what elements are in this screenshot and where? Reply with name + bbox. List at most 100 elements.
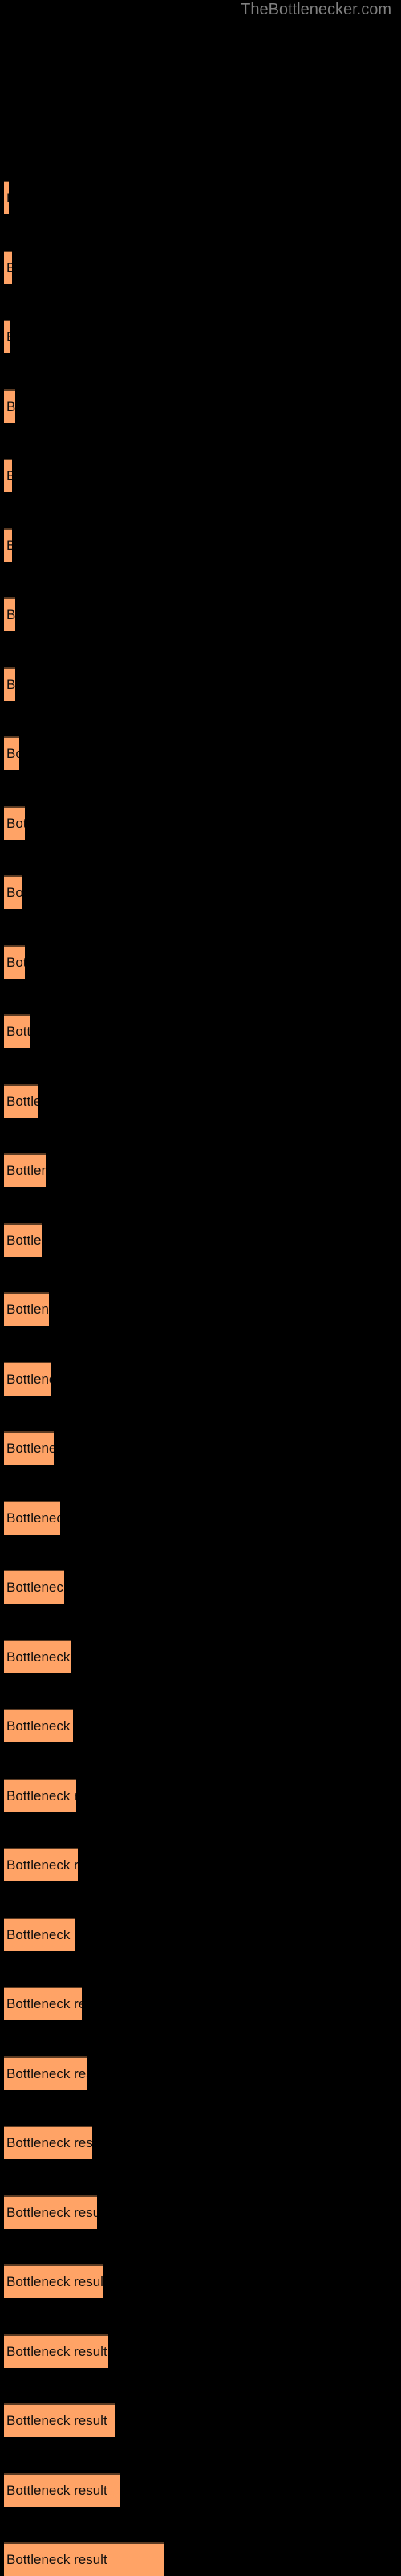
bar[interactable]: Bottleneck result bbox=[4, 1153, 46, 1187]
bar-row: Bottleneck result bbox=[0, 1987, 401, 2020]
bar[interactable]: Bottleneck result bbox=[4, 805, 25, 840]
bar-label: Bottleneck result bbox=[6, 2204, 97, 2220]
bar-row: Bottleneck result bbox=[0, 944, 401, 979]
bar-row: Bottleneck result bbox=[0, 1639, 401, 1673]
bar[interactable]: Bottleneck result bbox=[4, 1987, 82, 2020]
bar-row: Bottleneck result bbox=[0, 1083, 401, 1118]
bar[interactable]: Bottleneck result bbox=[4, 181, 9, 214]
bar-label: Bottleneck result bbox=[6, 1302, 49, 1317]
bar[interactable]: Bottleneck result bbox=[4, 1848, 78, 1881]
bar[interactable]: Bottleneck result bbox=[4, 736, 19, 770]
bar-row: Bottleneck result bbox=[0, 1500, 401, 1535]
bar-row: Bottleneck result bbox=[0, 181, 401, 214]
bar[interactable]: Bottleneck result bbox=[4, 528, 12, 562]
bar[interactable]: Bottleneck result bbox=[4, 2403, 115, 2437]
bar-row: Bottleneck result bbox=[0, 2472, 401, 2507]
bar-label: Bottleneck result bbox=[6, 190, 9, 206]
bar[interactable]: Bottleneck result bbox=[4, 1639, 71, 1673]
bar[interactable]: Bottleneck result bbox=[4, 1709, 73, 1742]
bar[interactable]: Bottleneck result bbox=[4, 2126, 92, 2159]
bar[interactable]: Bottleneck result bbox=[4, 1570, 64, 1604]
bar-label: Bottleneck result bbox=[6, 1163, 46, 1178]
bar[interactable]: Bottleneck result bbox=[4, 1361, 51, 1396]
bar-label: Bottleneck result bbox=[6, 1441, 54, 1456]
bar-label: Bottleneck result bbox=[6, 2413, 107, 2428]
bar-label: Bottleneck result bbox=[6, 1649, 71, 1665]
bar-label: Bottleneck result bbox=[6, 328, 10, 345]
bar[interactable]: Bottleneck result bbox=[4, 389, 15, 423]
bar[interactable]: Bottleneck result bbox=[4, 666, 15, 701]
bar[interactable]: Bottleneck result bbox=[4, 1014, 30, 1048]
bar-row: Bottleneck result bbox=[0, 528, 401, 562]
bar[interactable]: Bottleneck result bbox=[4, 2472, 120, 2507]
bar-label: Bottleneck result bbox=[6, 676, 15, 692]
bar-row: Bottleneck result bbox=[0, 2195, 401, 2229]
bar-label: Bottleneck result bbox=[6, 537, 12, 554]
bar-label: Bottleneck result bbox=[6, 2135, 92, 2150]
bar-label: Bottleneck result bbox=[6, 1996, 82, 2011]
bar-row: Bottleneck result bbox=[0, 389, 401, 423]
bar-row: Bottleneck result bbox=[0, 875, 401, 909]
bar-row: Bottleneck result bbox=[0, 2403, 401, 2437]
bar-row: Bottleneck result bbox=[0, 2542, 401, 2576]
bar-row: Bottleneck result bbox=[0, 2264, 401, 2298]
bar[interactable]: Bottleneck result bbox=[4, 1500, 60, 1535]
bar-label: Bottleneck result bbox=[6, 746, 19, 761]
bar-row: Bottleneck result bbox=[0, 805, 401, 840]
bar[interactable]: Bottleneck result bbox=[4, 320, 10, 353]
bar-label: Bottleneck result bbox=[6, 1718, 73, 1734]
bar-label: Bottleneck result bbox=[6, 1926, 75, 1942]
bar[interactable]: Bottleneck result bbox=[4, 250, 12, 284]
bar-label: Bottleneck result bbox=[6, 1232, 42, 1248]
bar-row: Bottleneck result bbox=[0, 1014, 401, 1048]
bar[interactable]: Bottleneck result bbox=[4, 1292, 49, 1326]
bar-label: Bottleneck result bbox=[6, 954, 25, 970]
bar-label: Bottleneck result bbox=[6, 2552, 107, 2567]
bar-label: Bottleneck result bbox=[6, 398, 15, 414]
bar[interactable]: Bottleneck result bbox=[4, 1917, 75, 1951]
bar[interactable]: Bottleneck result bbox=[4, 459, 12, 492]
bar-row: Bottleneck result bbox=[0, 320, 401, 353]
bar[interactable]: Bottleneck result bbox=[4, 1778, 76, 1812]
bar-label: Bottleneck result bbox=[6, 1510, 60, 1526]
bar-row: Bottleneck result bbox=[0, 1570, 401, 1604]
bar-label: Bottleneck result bbox=[6, 885, 22, 900]
bar-row: Bottleneck result bbox=[0, 597, 401, 631]
bar[interactable]: Bottleneck result bbox=[4, 2264, 103, 2298]
bar-label: Bottleneck result bbox=[6, 1371, 51, 1387]
bar-row: Bottleneck result bbox=[0, 1222, 401, 1257]
bar-label: Bottleneck result bbox=[6, 1579, 64, 1595]
bar-row: Bottleneck result bbox=[0, 1153, 401, 1187]
bar-label: Bottleneck result bbox=[6, 2274, 103, 2289]
bar[interactable]: Bottleneck result bbox=[4, 944, 25, 979]
bar[interactable]: Bottleneck result bbox=[4, 1083, 38, 1118]
bar-label: Bottleneck result bbox=[6, 607, 15, 622]
bar-row: Bottleneck result bbox=[0, 666, 401, 701]
bar-label: Bottleneck result bbox=[6, 2065, 87, 2081]
bar[interactable]: Bottleneck result bbox=[4, 1222, 42, 1257]
bar-row: Bottleneck result bbox=[0, 2126, 401, 2159]
bar[interactable]: Bottleneck result bbox=[4, 2333, 108, 2368]
bar[interactable]: Bottleneck result bbox=[4, 597, 15, 631]
bar-chart-plot-area: Bottleneck result Bottleneck result Bottle… bbox=[0, 0, 401, 2576]
bar[interactable]: Bottleneck result bbox=[4, 1431, 54, 1465]
bar-row: Bottleneck result bbox=[0, 1778, 401, 1812]
bar-row: Bottleneck result bbox=[0, 2333, 401, 2368]
bar-label: Bottleneck result bbox=[6, 1024, 30, 1039]
bar[interactable]: Bottleneck result bbox=[4, 2056, 87, 2090]
bar-row: Bottleneck result bbox=[0, 1917, 401, 1951]
bar-row: Bottleneck result bbox=[0, 459, 401, 492]
bar-label: Bottleneck result bbox=[6, 1787, 76, 1804]
bar-row: Bottleneck result bbox=[0, 1292, 401, 1326]
bar-label: Bottleneck result bbox=[6, 1857, 78, 1873]
bar[interactable]: Bottleneck result bbox=[4, 2542, 164, 2576]
bar-label: Bottleneck result bbox=[6, 2482, 107, 2498]
bar-label: Bottleneck result bbox=[6, 2343, 107, 2359]
bar-row: Bottleneck result bbox=[0, 1709, 401, 1742]
bar-label: Bottleneck result bbox=[6, 467, 12, 484]
chart-page: TheBottlenecker.com Bottleneck resultBot… bbox=[0, 0, 401, 2576]
bar[interactable]: Bottleneck result bbox=[4, 875, 22, 909]
bar[interactable]: Bottleneck result bbox=[4, 2195, 97, 2229]
bar-label: Bottleneck result bbox=[6, 815, 25, 831]
bar-row: Bottleneck result bbox=[0, 1848, 401, 1881]
